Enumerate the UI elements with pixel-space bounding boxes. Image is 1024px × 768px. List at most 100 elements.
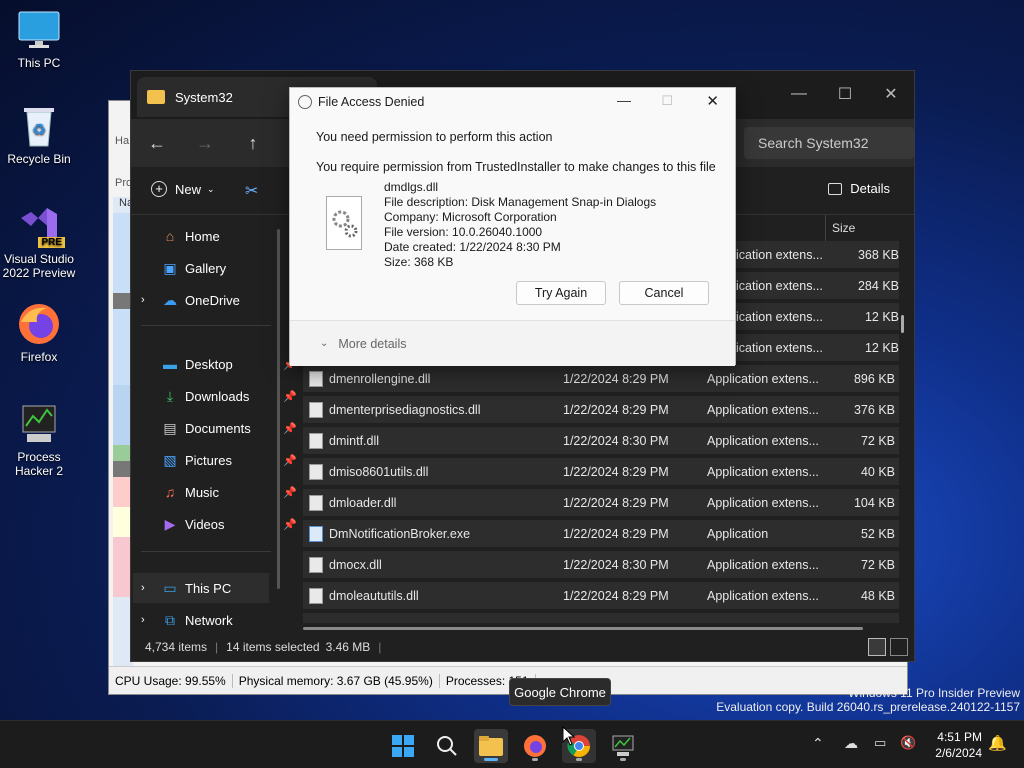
chevron-right-icon: › xyxy=(141,294,145,306)
table-row[interactable]: dmenterprisediagnostics.dll 1/22/2024 8:2… xyxy=(303,396,899,423)
dll-file-icon xyxy=(326,196,362,250)
table-row[interactable] xyxy=(303,613,899,623)
video-icon: ▶ xyxy=(164,515,176,532)
desktop-icon-recycle-bin[interactable]: ♻ Recycle Bin xyxy=(1,104,77,166)
taskbar-file-explorer[interactable] xyxy=(474,729,508,763)
selected-count: 14 items selected xyxy=(226,640,320,654)
notification-bell-icon[interactable]: 🔔 xyxy=(988,734,1007,752)
ph-label-ha: Ha xyxy=(115,135,130,147)
file-company: Company: Microsoft Corporation xyxy=(384,210,557,224)
search-placeholder: Search System32 xyxy=(758,135,869,151)
pc-icon: ▭ xyxy=(163,579,177,596)
up-button[interactable]: ↑ xyxy=(235,127,271,159)
back-button[interactable]: ← xyxy=(139,127,175,159)
taskbar-process-hacker[interactable] xyxy=(606,729,640,763)
recycle-bin-icon: ♻ xyxy=(17,104,61,148)
cut-icon[interactable]: ✂ xyxy=(245,181,258,201)
desktop-icon-visual-studio[interactable]: PRE Visual Studio 2022 Preview xyxy=(1,204,77,280)
horizontal-scrollbar[interactable] xyxy=(303,627,863,630)
sidebar-item-gallery[interactable]: ▣ Gallery xyxy=(161,253,301,283)
column-header-size[interactable]: Size xyxy=(825,215,905,241)
vertical-scrollbar[interactable] xyxy=(901,315,904,333)
maximize-button[interactable]: ☐ xyxy=(822,79,868,109)
chevron-down-icon: ⌄ xyxy=(320,338,329,349)
firefox-icon xyxy=(524,735,546,757)
sidebar-item-downloads[interactable]: ⤓ Downloads 📌 xyxy=(161,381,301,411)
selected-size: 3.46 MB xyxy=(325,640,371,654)
physical-memory: Physical memory: 3.67 GB (45.95%) xyxy=(233,673,440,688)
dll-file-icon xyxy=(309,587,323,604)
sidebar-item-documents[interactable]: ▤ Documents 📌 xyxy=(161,413,301,443)
desktop-icon-firefox[interactable]: Firefox xyxy=(1,302,77,364)
sidebar-item-pictures[interactable]: ▧ Pictures 📌 xyxy=(161,445,301,475)
maximize-button[interactable]: ☐ xyxy=(661,93,673,109)
process-hacker-icon xyxy=(17,402,61,446)
desktop-icon-label: Process Hacker 2 xyxy=(14,450,64,478)
search-input[interactable]: Search System32 xyxy=(744,127,914,159)
clock-date: 2/6/2024 xyxy=(935,746,982,760)
dialog-title: File Access Denied xyxy=(318,95,425,109)
file-size: Size: 368 KB xyxy=(384,255,454,269)
sidebar-item-this-pc[interactable]: › ▭ This PC xyxy=(133,573,269,603)
exe-file-icon xyxy=(309,525,323,542)
more-details-toggle[interactable]: ⌄ More details xyxy=(290,320,735,366)
dialog-message: You require permission from TrustedInsta… xyxy=(316,160,716,174)
network-icon: ⧉ xyxy=(165,611,175,628)
sidebar-scrollbar[interactable] xyxy=(277,229,280,589)
cpu-usage: CPU Usage: 99.55% xyxy=(109,673,233,688)
desktop-icon-this-pc[interactable]: This PC xyxy=(1,8,77,70)
table-row[interactable]: dmocx.dll 1/22/2024 8:30 PM Application ex… xyxy=(303,551,899,578)
home-icon: ⌂ xyxy=(165,228,175,244)
minimize-button[interactable]: — xyxy=(776,79,822,109)
sidebar-item-music[interactable]: ♫ Music 📌 xyxy=(161,477,301,507)
dll-file-icon xyxy=(309,463,323,480)
download-icon: ⤓ xyxy=(166,387,174,404)
table-row[interactable]: DmNotificationBroker.exe 1/22/2024 8:29 P… xyxy=(303,520,899,547)
new-button[interactable]: + New ⌄ xyxy=(151,181,215,197)
close-button[interactable]: ✕ xyxy=(706,92,719,110)
table-row[interactable]: dmenrollengine.dll 1/22/2024 8:29 PM Appli… xyxy=(303,365,899,392)
desktop-icon-label: Firefox xyxy=(20,350,58,364)
search-button[interactable] xyxy=(430,729,464,763)
start-button[interactable] xyxy=(386,729,420,763)
network-icon[interactable]: ▭ xyxy=(874,735,886,751)
chevron-down-icon: ⌄ xyxy=(207,183,215,194)
dll-file-icon xyxy=(309,556,323,573)
volume-muted-icon[interactable]: 🔇 xyxy=(900,735,916,751)
table-row[interactable]: dmiso8601utils.dll 1/22/2024 8:29 PM Appli… xyxy=(303,458,899,485)
plus-icon: + xyxy=(151,181,167,197)
taskbar: ⌃ ☁ ▭ 🔇 4:51 PM 2/6/2024 🔔 xyxy=(0,720,1024,768)
desktop-icon-process-hacker[interactable]: Process Hacker 2 xyxy=(1,402,77,478)
table-row[interactable]: dmloader.dll 1/22/2024 8:29 PM Application… xyxy=(303,489,899,516)
svg-text:♻: ♻ xyxy=(32,120,46,139)
windows-logo-icon xyxy=(392,735,414,757)
close-button[interactable]: ✕ xyxy=(868,79,914,109)
visual-studio-icon: PRE xyxy=(17,204,65,248)
sidebar-item-home[interactable]: ⌂ Home xyxy=(161,221,301,251)
onedrive-offline-icon[interactable]: ☁ xyxy=(844,735,858,752)
music-icon: ♫ xyxy=(164,484,176,500)
sidebar-item-desktop[interactable]: ▬Desktop📌 xyxy=(161,349,301,379)
details-button[interactable]: Details xyxy=(828,181,890,196)
desktop-icon: ▬ xyxy=(163,356,177,372)
sidebar-item-network[interactable]: › ⧉ Network xyxy=(141,605,281,635)
file-name: dmdlgs.dll xyxy=(384,180,439,194)
table-row[interactable]: dmoleaututils.dll 1/22/2024 8:29 PM Applic… xyxy=(303,582,899,609)
clock[interactable]: 4:51 PM 2/6/2024 xyxy=(928,729,982,761)
taskbar-firefox[interactable] xyxy=(518,729,552,763)
table-row[interactable]: dmintf.dll 1/22/2024 8:30 PM Application e… xyxy=(303,427,899,454)
sidebar-item-videos[interactable]: ▶ Videos 📌 xyxy=(161,509,301,539)
sidebar-divider xyxy=(141,551,271,552)
details-view-icon[interactable] xyxy=(868,638,886,656)
forward-button[interactable]: → xyxy=(187,127,223,159)
sidebar-item-onedrive[interactable]: › ☁ OneDrive xyxy=(141,285,281,315)
taskbar-tooltip: Google Chrome xyxy=(509,678,611,706)
windows-watermark: Windows 11 Pro Insider Preview Evaluatio… xyxy=(716,686,1020,714)
chevron-up-icon[interactable]: ⌃ xyxy=(812,735,824,752)
try-again-button[interactable]: Try Again xyxy=(516,281,606,305)
item-count: 4,734 items xyxy=(145,640,208,654)
tiles-view-icon[interactable] xyxy=(890,638,908,656)
minimize-button[interactable]: — xyxy=(617,92,631,108)
cloud-icon: ☁ xyxy=(163,291,177,308)
cancel-button[interactable]: Cancel xyxy=(619,281,709,305)
